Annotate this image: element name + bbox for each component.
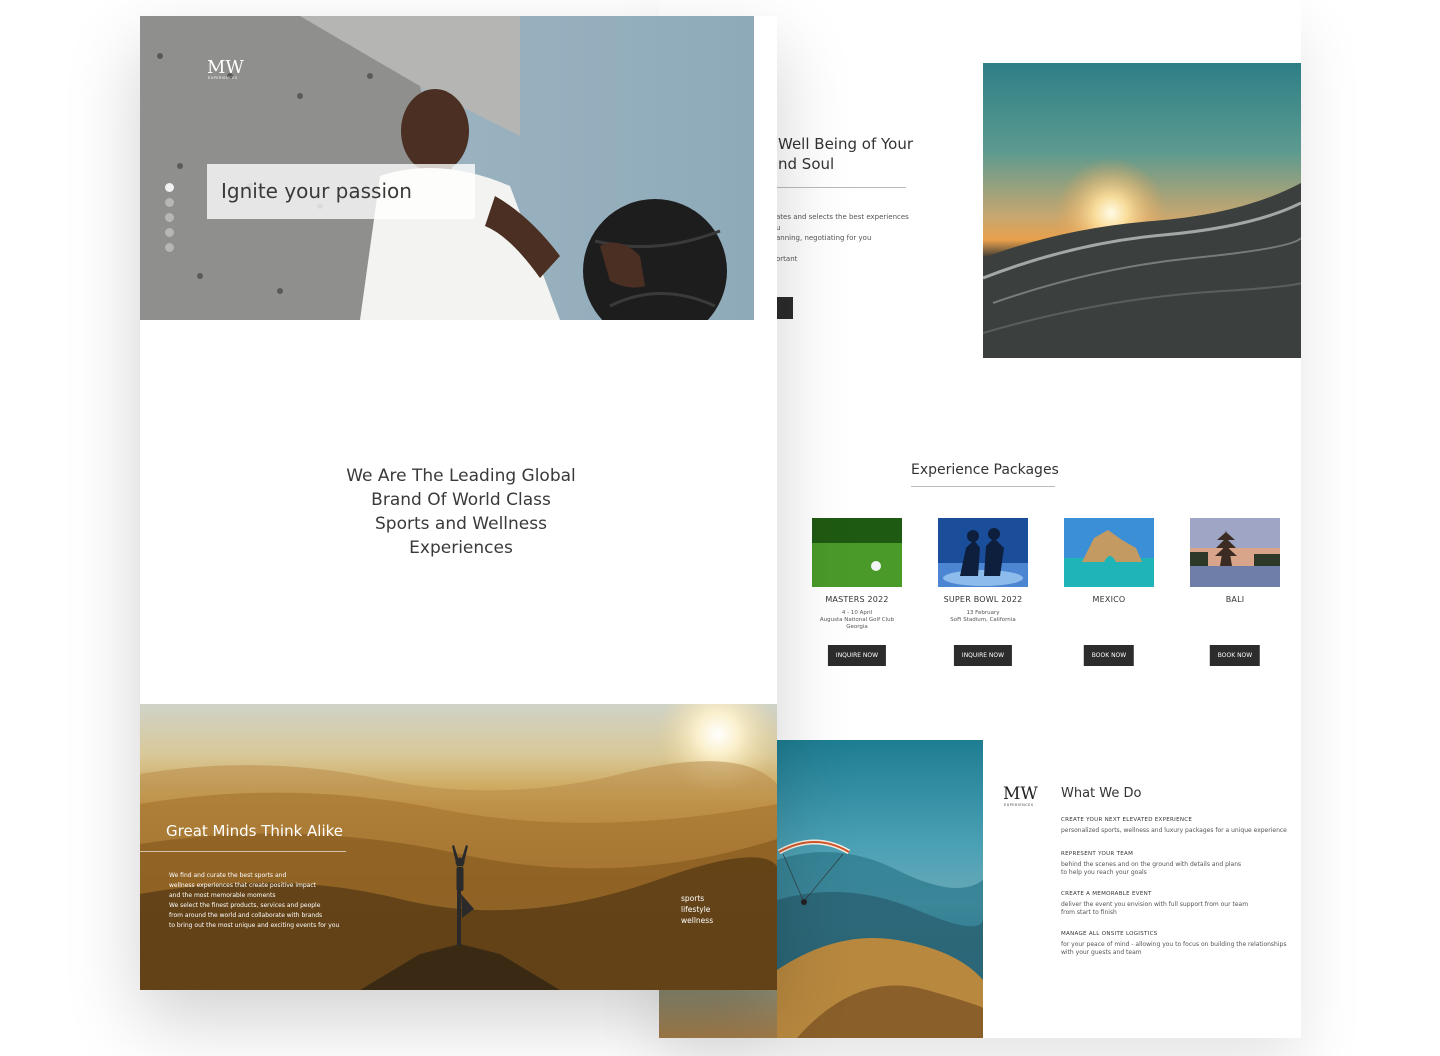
slider-dot[interactable]	[165, 213, 174, 222]
what-we-do-item-title: CREATE A MEMORABLE EVENT	[1061, 891, 1152, 897]
wellbeing-text-line4: ortant	[776, 254, 798, 263]
what-we-do-item-title: CREATE YOUR NEXT ELEVATED EXPERIENCE	[1061, 817, 1193, 823]
great-minds-line: We find and curate the best sports and	[169, 872, 287, 879]
cabo-arch-image	[1064, 518, 1154, 587]
what-we-do-item-title: REPRESENT YOUR TEAM	[1061, 851, 1134, 857]
great-minds-line: wellness experiences that create positiv…	[169, 882, 317, 889]
book-now-button[interactable]: BOOK NOW	[1083, 645, 1135, 666]
what-we-do-item-text: for your peace of mind - allowing you to…	[1061, 941, 1301, 957]
what-we-do-item-text: behind the scenes and on the ground with…	[1061, 861, 1301, 877]
what-we-do-item-line: from start to finish	[1061, 909, 1117, 916]
packages-heading: Experience Packages	[911, 462, 1059, 478]
what-we-do-item: REPRESENT YOUR TEAM behind the scenes an…	[1061, 851, 1301, 877]
what-we-do-item: CREATE YOUR NEXT ELEVATED EXPERIENCE per…	[1061, 817, 1301, 835]
what-we-do-item-line: for your peace of mind - allowing you to…	[1061, 941, 1287, 948]
package-details: 13 February SoFi Stadium, California	[938, 610, 1028, 631]
package-title: SUPER BOWL 2022	[943, 595, 1023, 604]
tag-wellness: wellness	[681, 916, 714, 925]
inquire-now-button[interactable]: INQUIRE NOW	[953, 645, 1013, 666]
wellbeing-heading: Well Being of Your nd Soul	[778, 134, 918, 174]
what-we-do-item-line: behind the scenes and on the ground with…	[1061, 861, 1242, 868]
category-tags: sports lifestyle wellness	[681, 893, 713, 926]
what-we-do-item-text: personalized sports, wellness and luxury…	[1061, 827, 1301, 835]
hero-caption: Ignite your passion	[207, 164, 475, 219]
tag-lifestyle: lifestyle	[681, 905, 711, 914]
football-players-image	[938, 518, 1028, 587]
mw-logo-icon[interactable]: MW EXPERIENCES	[207, 57, 249, 81]
package-title: MEXICO	[1092, 595, 1126, 604]
tagline-line: We Are The Leading Global	[346, 466, 576, 486]
wellbeing-button[interactable]	[776, 297, 793, 319]
what-we-do-item-line: to help you reach your goals	[1061, 869, 1147, 876]
golf-course-image	[812, 518, 902, 587]
great-minds-heading: Great Minds Think Alike	[166, 822, 344, 840]
wwd-logo-text: MW	[1003, 784, 1038, 804]
package-detail-line: Augusta National Golf Club	[819, 617, 895, 623]
great-minds-line: We select the finest products, services …	[169, 902, 321, 909]
tagline-line: Experiences	[409, 538, 513, 558]
packages-divider	[911, 486, 1055, 487]
wellbeing-text: ates and selects the best experiences u …	[776, 212, 916, 274]
package-title: MASTERS 2022	[825, 595, 889, 604]
tag-sports: sports	[681, 894, 705, 903]
great-minds-line: from around the world and collaborate wi…	[169, 912, 323, 919]
slider-dot[interactable]	[165, 243, 174, 252]
wellbeing-text-line1: ates and selects the best experiences	[776, 213, 909, 221]
package-detail-line: Georgia	[846, 624, 868, 630]
inquire-now-button[interactable]: INQUIRE NOW	[827, 645, 887, 666]
package-card-mexico: MEXICO BOOK NOW	[1064, 518, 1154, 666]
package-title: BALI	[1225, 595, 1245, 604]
yoga-mountain-image	[140, 704, 777, 990]
great-minds-line: and the most memorable moments	[169, 892, 276, 899]
package-details	[1190, 610, 1280, 631]
wwd-logo-subtext: EXPERIENCES	[1004, 803, 1034, 807]
what-we-do-heading: What We Do	[1061, 786, 1142, 801]
package-card-super-bowl: SUPER BOWL 2022 13 February SoFi Stadium…	[938, 518, 1028, 666]
ocean-sunset-image	[983, 63, 1301, 358]
package-detail-line: 4 - 10 April	[841, 610, 873, 616]
great-minds-line: to bring out the most unique and excitin…	[169, 922, 340, 929]
what-we-do-item-line: deliver the event you envision with full…	[1061, 901, 1249, 908]
package-details	[1064, 610, 1154, 631]
great-minds-text: We find and curate the best sports and w…	[169, 871, 344, 931]
brand-tagline: We Are The Leading Global Brand Of World…	[330, 464, 592, 560]
book-now-button[interactable]: BOOK NOW	[1209, 645, 1261, 666]
tagline-line: Sports and Wellness	[375, 514, 547, 534]
slider-dot[interactable]	[165, 228, 174, 237]
hero-logo-text: MW	[207, 57, 244, 78]
what-we-do-list: CREATE YOUR NEXT ELEVATED EXPERIENCE per…	[1061, 817, 1301, 967]
hero-slider-dots	[165, 183, 175, 258]
what-we-do-item-title: MANAGE ALL ONSITE LOGISTICS	[1061, 931, 1158, 937]
slider-dot[interactable]	[165, 198, 174, 207]
package-card-bali: BALI BOOK NOW	[1190, 518, 1280, 666]
package-detail-line: 13 February	[966, 610, 1000, 616]
wellbeing-divider	[776, 187, 906, 188]
what-we-do-item-line: with your guests and team	[1061, 949, 1142, 956]
slider-dot[interactable]	[165, 183, 174, 192]
what-we-do-item: MANAGE ALL ONSITE LOGISTICS for your pea…	[1061, 931, 1301, 957]
wellbeing-text-line3: anning, negotiating for you	[776, 234, 872, 242]
wellbeing-heading-line2: nd Soul	[778, 155, 835, 173]
what-we-do-item-text: deliver the event you envision with full…	[1061, 901, 1301, 917]
paraglider-image	[777, 740, 983, 1038]
tagline-line: Brand Of World Class	[371, 490, 551, 510]
bali-temple-image	[1190, 518, 1280, 587]
mw-logo-icon: MW EXPERIENCES	[1003, 784, 1038, 807]
great-minds-divider	[140, 851, 346, 852]
wellbeing-heading-line1: Well Being of Your	[778, 135, 914, 153]
package-card-masters: MASTERS 2022 4 - 10 April Augusta Nation…	[812, 518, 902, 666]
what-we-do-item: CREATE A MEMORABLE EVENT deliver the eve…	[1061, 891, 1301, 917]
what-we-do-item-line: personalized sports, wellness and luxury…	[1061, 827, 1287, 834]
package-details: 4 - 10 April Augusta National Golf Club …	[812, 610, 902, 631]
package-detail-line: SoFi Stadium, California	[950, 617, 1016, 623]
hero-logo-subtext: EXPERIENCES	[208, 76, 238, 80]
